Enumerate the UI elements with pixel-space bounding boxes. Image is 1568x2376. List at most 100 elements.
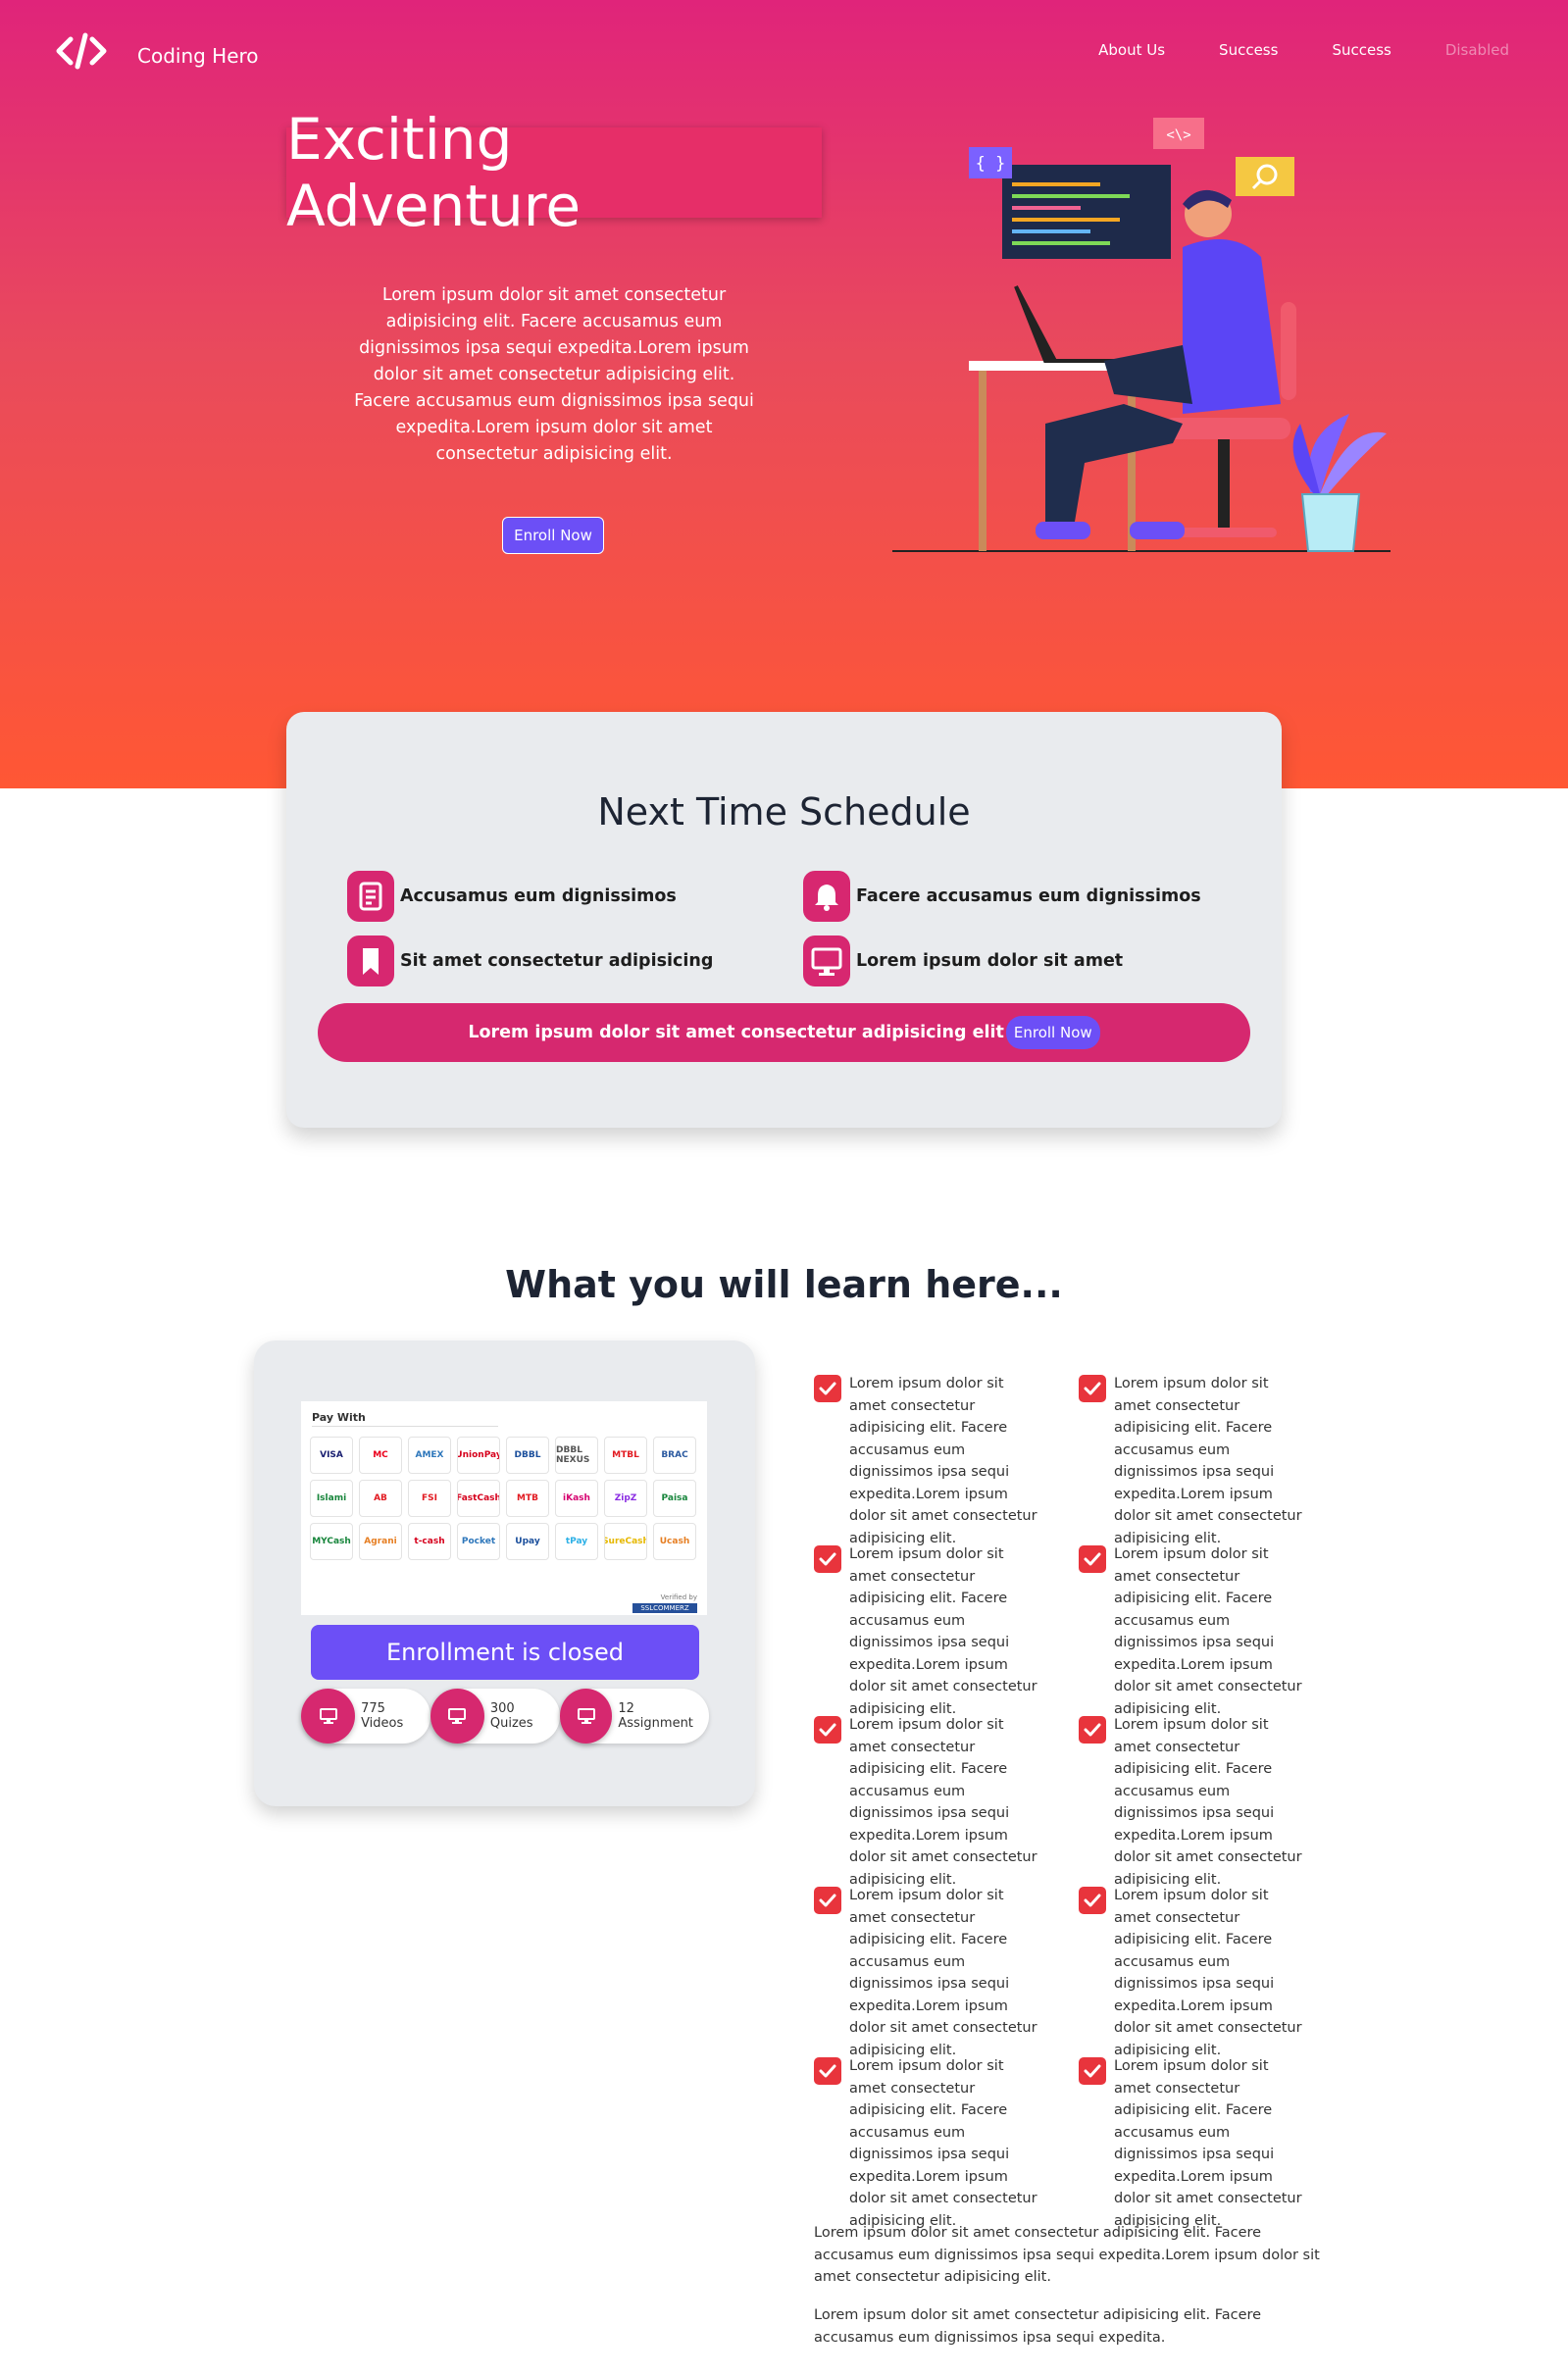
payment-logo: Ucash [653, 1523, 696, 1560]
payment-logo: VISA [310, 1437, 353, 1474]
schedule-title: Next Time Schedule [597, 790, 971, 834]
payment-logo: Upay [506, 1523, 549, 1560]
payment-logo: DBBL [506, 1437, 549, 1474]
payment-logo: Islami [310, 1480, 353, 1517]
schedule-enroll-button[interactable]: Enroll Now [1005, 1016, 1100, 1049]
monitor-icon [301, 1689, 356, 1744]
payment-logo: AMEX [408, 1437, 451, 1474]
hero-title: Exciting Adventure [286, 106, 822, 239]
checklist-item: Lorem ipsum dolor sit amet consectetur a… [1079, 1714, 1306, 1891]
stat-label: 12 Assignment [618, 1701, 693, 1731]
nav-success[interactable]: Success [1219, 41, 1278, 59]
checklist-item: Lorem ipsum dolor sit amet consectetur a… [1079, 1543, 1306, 1720]
illustration-tag-code: <\> [1166, 127, 1190, 143]
schedule-enroll-bar: Lorem ipsum dolor sit amet consectetur a… [318, 1003, 1250, 1062]
schedule-item: Lorem ipsum dolor sit amet [803, 935, 1123, 986]
bell-icon [803, 871, 850, 922]
payment-logo: SureCash [604, 1523, 647, 1560]
checkmark-icon [1079, 1716, 1106, 1744]
monitor-icon [803, 935, 850, 986]
payment-logo: iKash [555, 1480, 598, 1517]
checkmark-icon [1079, 2057, 1106, 2085]
monitor-icon [430, 1689, 484, 1744]
stat-videos: 775 Videos [301, 1689, 430, 1744]
brand[interactable]: Coding Hero [55, 31, 259, 71]
stat-quizes: 300 Quizes [430, 1689, 560, 1744]
checklist-item: Lorem ipsum dolor sit amet consectetur a… [1079, 1373, 1306, 1549]
checklist-item-text: Lorem ipsum dolor sit amet consectetur a… [849, 1546, 1037, 1717]
monitor-icon [560, 1689, 613, 1744]
payment-logo: FastCash [457, 1480, 500, 1517]
payment-card: Pay With VISA MC AMEX UnionPay DBBL DBBL NEXU… [254, 1340, 755, 1806]
schedule-bar-text: Lorem ipsum dolor sit amet consectetur a… [468, 1023, 1004, 1042]
checklist-item-text: Lorem ipsum dolor sit amet consectetur a… [1114, 1888, 1302, 2058]
schedule-item-label: Facere accusamus eum dignissimos [856, 886, 1201, 906]
schedule-item-label: Lorem ipsum dolor sit amet [856, 951, 1124, 971]
payment-methods-panel: Pay With VISA MC AMEX UnionPay DBBL DBBL NEXU… [301, 1401, 707, 1615]
payment-logo: DBBL NEXUS [555, 1437, 598, 1474]
checklist-item-text: Lorem ipsum dolor sit amet consectetur a… [1114, 1717, 1302, 1888]
payment-logo: MTB [506, 1480, 549, 1517]
verified-by-label: Verified by [660, 1593, 697, 1601]
schedule-item: Accusamus eum dignissimos [347, 871, 677, 922]
schedule-item: Facere accusamus eum dignissimos [803, 871, 1201, 922]
hero-text: Lorem ipsum dolor sit amet consectetur a… [354, 285, 754, 464]
checkmark-icon [1079, 1887, 1106, 1914]
schedule-card: Next Time Schedule Accusamus eum digniss… [286, 712, 1282, 1128]
stat-label: 300 Quizes [489, 1701, 533, 1731]
checklist-item-text: Lorem ipsum dolor sit amet consectetur a… [849, 1376, 1037, 1546]
checklist-item-text: Lorem ipsum dolor sit amet consectetur a… [1114, 1546, 1302, 1717]
payment-logo: FSI [408, 1480, 451, 1517]
payment-logo: Pocket [457, 1523, 500, 1560]
checklist-item-text: Lorem ipsum dolor sit amet consectetur a… [1114, 1376, 1302, 1546]
checklist-item-text: Lorem ipsum dolor sit amet consectetur a… [1114, 2058, 1302, 2229]
enroll-now-button[interactable]: Enroll Now [502, 517, 604, 554]
divider [312, 1426, 498, 1427]
payment-logo: BRAC [653, 1437, 696, 1474]
payment-logo: UnionPay [457, 1437, 500, 1474]
payment-logo: Paisa [653, 1480, 696, 1517]
payment-logo-grid: VISA MC AMEX UnionPay DBBL DBBL NEXUS MTBL BRAC… [310, 1437, 696, 1560]
nav-about-us[interactable]: About Us [1098, 41, 1165, 59]
checkmark-icon [814, 1716, 841, 1744]
schedule-item-label: Accusamus eum dignissimos [400, 886, 677, 906]
checklist-item: Lorem ipsum dolor sit amet consectetur a… [814, 1543, 1041, 1720]
checkmark-icon [1079, 1545, 1106, 1573]
checklist-item: Lorem ipsum dolor sit amet consectetur a… [1079, 1885, 1306, 2061]
payment-logo: MTBL [604, 1437, 647, 1474]
checkmark-icon [814, 2057, 841, 2085]
illustration-tag-braces: { } [976, 154, 1006, 174]
checklist-item-text: Lorem ipsum dolor sit amet consectetur a… [849, 1888, 1037, 2058]
checklist-item: Lorem ipsum dolor sit amet consectetur a… [814, 1714, 1041, 1891]
payment-logo: ZipZ [604, 1480, 647, 1517]
document-icon [347, 871, 394, 922]
developer-illustration: { } <\> [892, 118, 1391, 552]
checklist-item-text: Lorem ipsum dolor sit amet consectetur a… [849, 2058, 1037, 2229]
learn-paragraph: Lorem ipsum dolor sit amet consectetur a… [814, 2225, 1320, 2285]
checklist-item: Lorem ipsum dolor sit amet consectetur a… [814, 2055, 1041, 2232]
stat-label: 775 Videos [361, 1701, 404, 1731]
hero-section: Coding Hero About Us Success Success Dis… [0, 0, 1568, 788]
bookmark-icon [347, 935, 394, 986]
payment-logo: AB [359, 1480, 402, 1517]
checklist-item: Lorem ipsum dolor sit amet consectetur a… [1079, 2055, 1306, 2232]
nav-disabled: Disabled [1444, 41, 1509, 59]
code-icon [56, 32, 107, 70]
payment-logo: Agrani [359, 1523, 402, 1560]
pay-with-label: Pay With [312, 1411, 366, 1424]
sslcommerz-logo: SSLCOMMERZ [632, 1603, 697, 1613]
checkmark-icon [814, 1887, 841, 1914]
payment-logo: MC [359, 1437, 402, 1474]
nav-success-2[interactable]: Success [1332, 41, 1391, 59]
stat-assignments: 12 Assignment [560, 1689, 709, 1744]
schedule-item: Sit amet consectetur adipisicing [347, 935, 713, 986]
payment-logo: tPay [555, 1523, 598, 1560]
schedule-item-label: Sit amet consectetur adipisicing [400, 951, 714, 971]
top-nav: About Us Success Success Disabled [1098, 41, 1509, 59]
checklist-item: Lorem ipsum dolor sit amet consectetur a… [814, 1373, 1041, 1549]
checkmark-icon [1079, 1375, 1106, 1402]
learn-title: What you will learn here... [505, 1263, 1063, 1306]
checkmark-icon [814, 1375, 841, 1402]
payment-logo: MYCash [310, 1523, 353, 1560]
enrollment-closed-button[interactable]: Enrollment is closed [311, 1625, 699, 1680]
